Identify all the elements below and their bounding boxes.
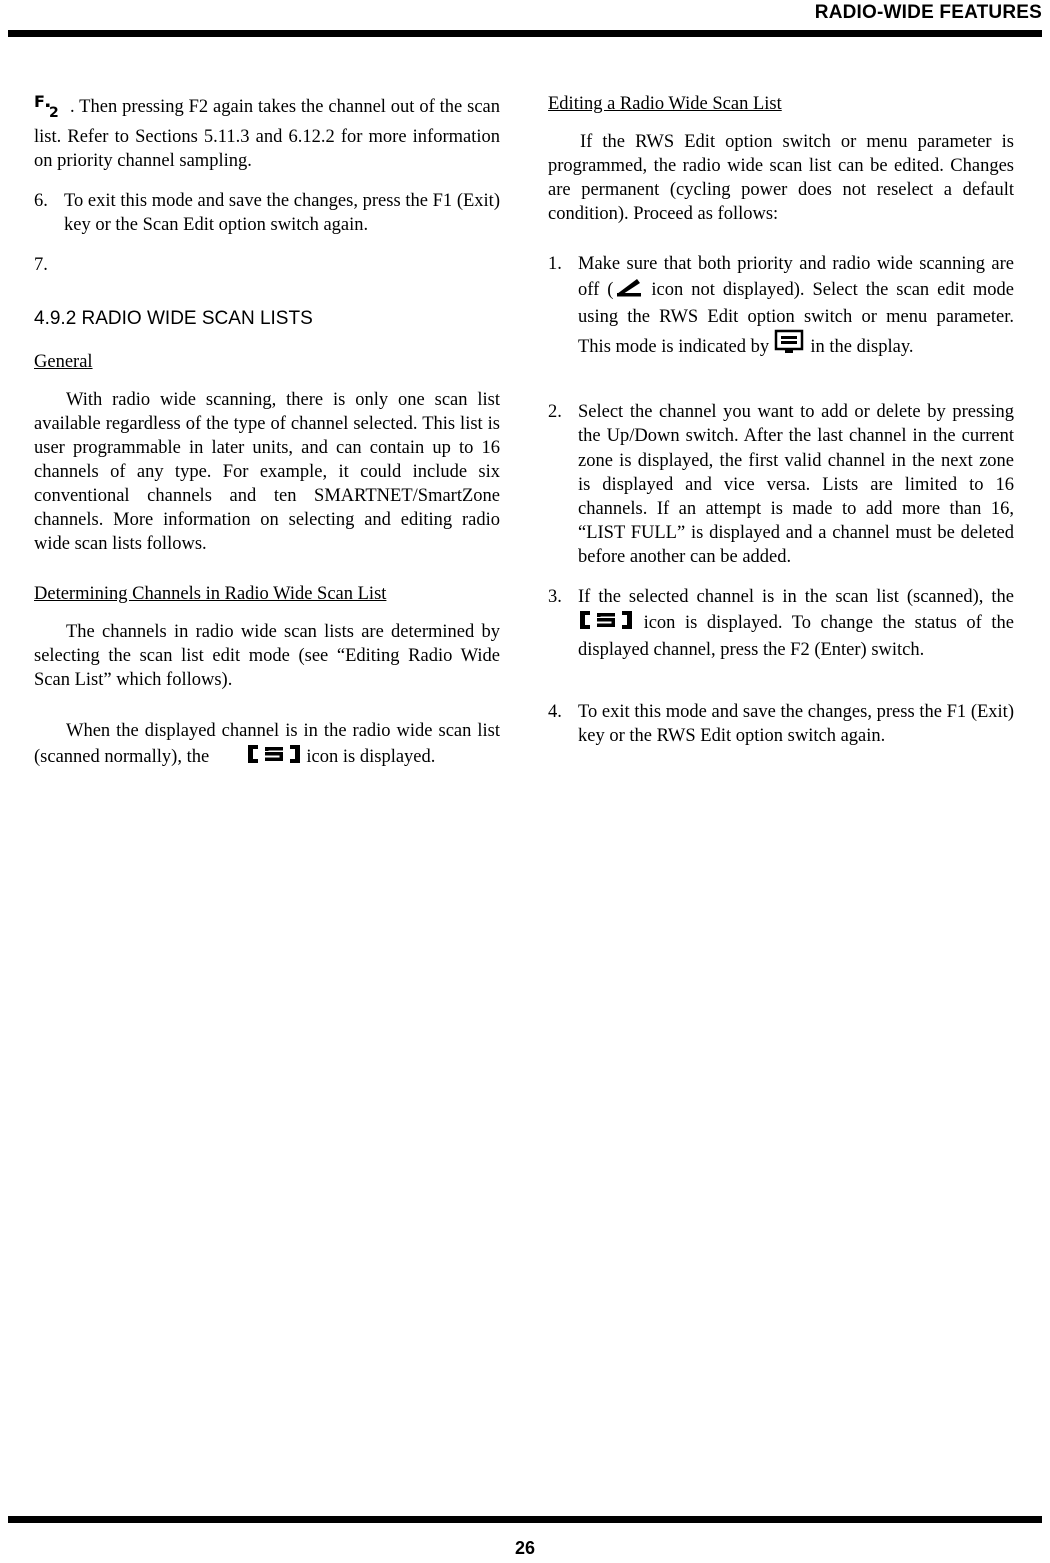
list-item-7-text: [64, 253, 500, 277]
left-column: F 2 . Then pressing F2 again takes the c…: [34, 92, 500, 788]
section-heading-4-9-2: 4.9.2 RADIO WIDE SCAN LISTS: [34, 308, 313, 330]
list-item-2-text: Select the channel you want to add or de…: [578, 402, 1014, 567]
document-page: RADIO-WIDE FEATURES F 2 . Then pressing …: [0, 0, 1050, 1563]
list-item-6-text: To exit this mode and save the changes, …: [64, 191, 500, 236]
list-item-1-number: 1.: [548, 254, 562, 275]
list-item-3-text-b: icon is displayed. To change the status …: [578, 612, 1014, 660]
list-item-1: 1. Make sure that both priority and radi…: [548, 252, 1014, 362]
list-item-6: 6. To exit this mode and save the change…: [34, 189, 500, 237]
general-paragraph: With radio wide scanning, there is only …: [34, 390, 500, 555]
scan-diagonal-icon: [613, 276, 643, 305]
editing-rws-subheading: Editing a Radio Wide Scan List: [548, 94, 782, 114]
scan-list-bracket-icon: [578, 609, 634, 638]
footer-rule: [8, 1516, 1042, 1523]
determining-channels-paragraph: The channels in radio wide scan lists ar…: [34, 622, 500, 691]
list-item-2: 2. Select the channel you want to add or…: [548, 400, 1014, 568]
list-item-3-text-a: If the selected channel is in the scan l…: [578, 586, 1014, 607]
displayed-channel-paragraph: When the displayed channel is in the rad…: [34, 719, 500, 772]
list-item-7: 7.: [34, 253, 500, 277]
editing-rws-paragraph: If the RWS Edit option switch or menu pa…: [548, 132, 1014, 225]
list-item-4-text: To exit this mode and save the changes, …: [578, 701, 1014, 746]
list-item-3: 3. If the selected channel is in the sca…: [548, 585, 1014, 662]
scan-list-bracket-icon: [214, 743, 302, 772]
svg-text:2: 2: [49, 105, 59, 118]
list-item-4: 4. To exit this mode and save the change…: [548, 700, 1014, 748]
list-item-1-text-c: in the display.: [805, 337, 914, 358]
list-item-2-number: 2.: [548, 402, 562, 423]
displayed-channel-text-b: icon is displayed.: [301, 746, 436, 767]
determining-channels-subheading: Determining Channels in Radio Wide Scan …: [34, 584, 387, 605]
scan-edit-mode-icon: [774, 329, 806, 362]
header-title: RADIO-WIDE FEATURES: [814, 2, 1042, 23]
header-rule: [8, 30, 1042, 37]
list-item-3-number: 3.: [548, 586, 562, 607]
general-subheading: General: [34, 351, 93, 372]
list-item-6-number: 6.: [34, 191, 48, 212]
svg-text:F: F: [34, 92, 45, 111]
list-item-3-text: If the selected channel is in the scan l…: [578, 585, 1014, 662]
right-column: Editing a Radio Wide Scan List If the RW…: [548, 92, 1014, 764]
page-number: 26: [514, 1538, 536, 1558]
f2-continuation-paragraph: F 2 . Then pressing F2 again takes the c…: [34, 92, 500, 173]
list-item-1-text: Make sure that both priority and radio w…: [578, 252, 1014, 362]
list-item-4-number: 4.: [548, 701, 562, 722]
page-header: RADIO-WIDE FEATURES: [0, 0, 1050, 37]
list-item-7-number: 7.: [34, 255, 48, 276]
f2-continuation-text: . Then pressing F2 again takes the chann…: [34, 97, 500, 172]
f2-key-icon: F 2: [34, 92, 68, 125]
